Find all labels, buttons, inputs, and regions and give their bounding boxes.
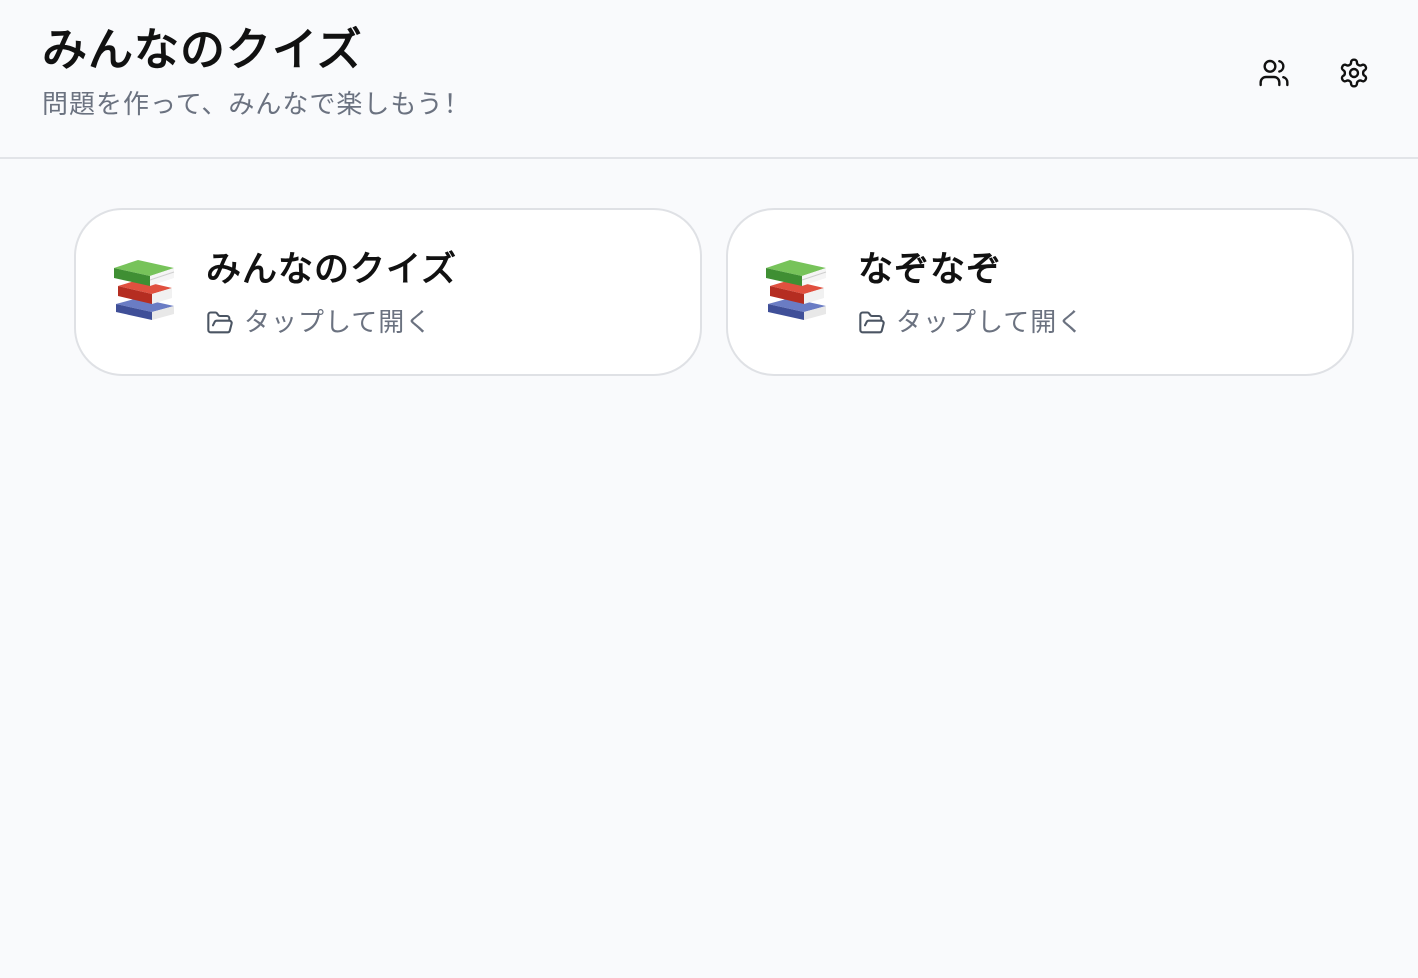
quiz-card-minna[interactable]: みんなのクイズ タップして開く — [74, 208, 702, 376]
books-icon — [766, 260, 827, 320]
card-title: みんなのクイズ — [206, 250, 457, 290]
card-open-hint: タップして開く — [206, 306, 432, 340]
app-root: みんなのクイズ 問題を作って、みんなで楽しもう！ みんなのクイズ タップして開く… — [0, 0, 1418, 978]
gear-icon — [1340, 58, 1368, 88]
folder-open-icon — [859, 311, 885, 334]
folder-open-icon — [207, 311, 233, 334]
card-title: なぞなぞ — [858, 250, 1003, 290]
card-open-label: タップして開く — [244, 308, 433, 338]
quiz-card-nazonazo[interactable]: なぞなぞ タップして開く — [726, 208, 1354, 376]
users-button[interactable] — [1251, 50, 1297, 96]
settings-button[interactable] — [1331, 50, 1377, 96]
page-subtitle: 問題を作って、みんなで楽しもう！ — [42, 90, 471, 120]
users-icon — [1259, 59, 1289, 87]
card-open-label: タップして開く — [896, 308, 1085, 338]
card-open-hint: タップして開く — [858, 306, 1084, 340]
app-header: みんなのクイズ 問題を作って、みんなで楽しもう！ — [0, 0, 1418, 159]
quiz-card-list: みんなのクイズ タップして開く なぞなぞ タップして開く — [74, 208, 1354, 376]
page-title: みんなのクイズ — [42, 23, 363, 76]
books-icon — [114, 260, 175, 320]
